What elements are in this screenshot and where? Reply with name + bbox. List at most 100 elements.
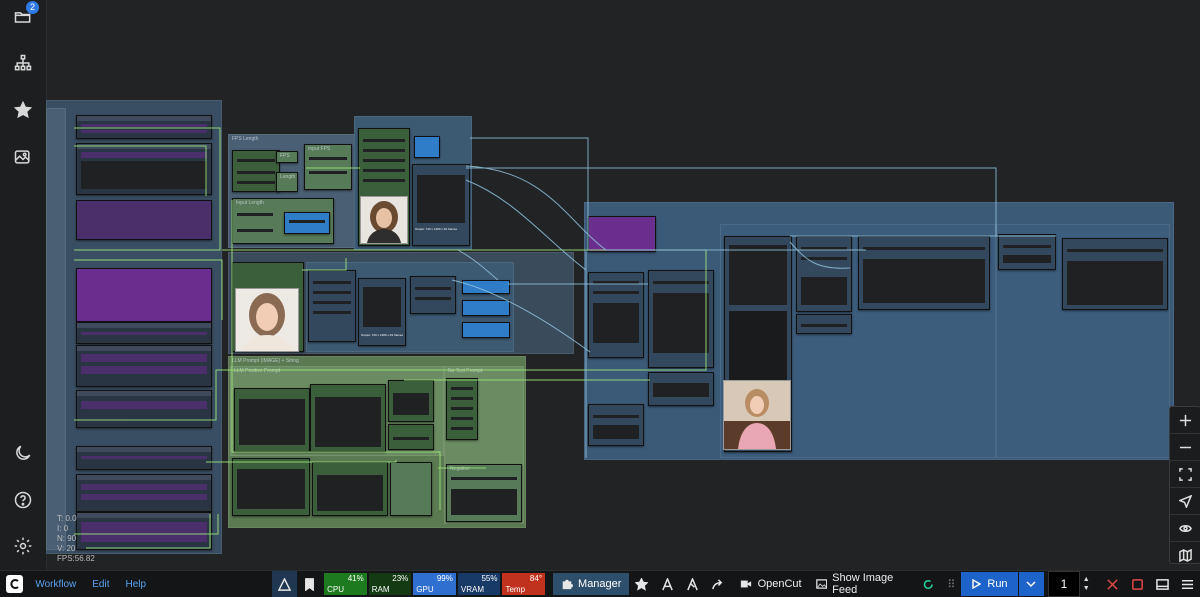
chevron-up-icon[interactable]: ▲ — [1083, 575, 1090, 584]
manager-label: Manager — [578, 578, 622, 590]
node[interactable] — [588, 404, 644, 446]
monitor-gpu: 99% GPU — [413, 573, 456, 595]
node[interactable] — [234, 388, 310, 452]
menu-bar: Workflow Edit Help 41% CPU 23% RAM 99% GPU … — [0, 570, 1200, 597]
node[interactable] — [312, 462, 388, 516]
folder-open-icon[interactable]: 2 — [6, 0, 40, 34]
node[interactable] — [1062, 238, 1168, 310]
node[interactable] — [76, 200, 212, 240]
node[interactable] — [76, 143, 212, 195]
node[interactable] — [76, 390, 212, 428]
node[interactable] — [76, 512, 212, 550]
node[interactable] — [648, 270, 714, 368]
menu-workflow[interactable]: Workflow — [35, 571, 76, 597]
node[interactable] — [446, 378, 478, 440]
node[interactable] — [76, 345, 212, 387]
fit-view-icon[interactable] — [1170, 461, 1200, 488]
node[interactable] — [232, 458, 310, 516]
star-icon[interactable] — [629, 571, 654, 597]
queue-count-input[interactable]: 1 — [1047, 571, 1081, 597]
share-icon[interactable] — [705, 571, 730, 597]
node-tree-icon[interactable] — [6, 46, 40, 80]
image-icon — [815, 579, 827, 589]
locate-icon[interactable] — [1170, 488, 1200, 515]
node-length[interactable]: Length — [276, 172, 298, 192]
node[interactable] — [76, 446, 212, 470]
portrait-thumbnail-1 — [360, 196, 408, 244]
node[interactable] — [76, 474, 212, 512]
node[interactable] — [388, 380, 434, 422]
monitor-ram: 23% RAM — [368, 573, 412, 595]
node-video-preview-1[interactable]: Output: 720 x 1280 x 49 frames — [412, 164, 470, 246]
opencut-label: OpenCut — [757, 578, 802, 590]
preview-caption: Output: 720 x 1280 x 49 frames — [415, 227, 458, 231]
node-fps[interactable] — [232, 150, 280, 192]
node-blue-small[interactable] — [414, 136, 440, 158]
map-icon[interactable] — [1170, 542, 1200, 568]
play-icon — [972, 579, 982, 589]
node-video-preview-2[interactable]: Output: 720 x 1280 x 49 frames — [358, 278, 406, 346]
zoom-in-icon[interactable] — [1170, 407, 1200, 434]
node[interactable] — [796, 314, 852, 334]
node[interactable] — [388, 424, 434, 450]
zoom-out-icon[interactable] — [1170, 434, 1200, 461]
stat-n: N: 90 — [57, 534, 77, 543]
node[interactable] — [998, 234, 1056, 270]
node-blue-c[interactable] — [462, 322, 510, 338]
menu-help[interactable]: Help — [126, 571, 147, 597]
node[interactable] — [76, 322, 212, 344]
node-fps-small[interactable]: FPS — [276, 151, 298, 163]
comfy-logo[interactable] — [6, 575, 24, 593]
node[interactable] — [410, 276, 456, 314]
eye-icon[interactable] — [1170, 515, 1200, 542]
portrait-thumbnail-2 — [235, 288, 299, 352]
node[interactable] — [796, 236, 852, 312]
monitor-temp: 84° Temp — [502, 573, 546, 595]
node-blue-b[interactable] — [462, 300, 510, 316]
stat-v: V: 20 — [57, 544, 76, 553]
menu-edit[interactable]: Edit — [92, 571, 109, 597]
node[interactable] — [390, 462, 432, 516]
canvas-stats: T: 0.0 I: 0 N: 90 V: 20 FPS:56.82 — [57, 514, 95, 564]
cancel-icon[interactable] — [1100, 571, 1125, 597]
node[interactable] — [308, 270, 356, 342]
node-negative[interactable]: Negative — [446, 464, 522, 522]
gear-icon[interactable] — [6, 529, 40, 563]
moon-icon[interactable] — [6, 436, 40, 470]
star-icon[interactable] — [6, 93, 40, 127]
queue-count-stepper[interactable]: ▲ ▼ — [1080, 571, 1092, 597]
hamburger-menu-icon[interactable] — [1175, 571, 1200, 597]
node[interactable] — [858, 236, 990, 310]
node[interactable] — [588, 272, 644, 358]
bookmark-icon[interactable] — [297, 571, 322, 597]
node[interactable] — [310, 384, 386, 452]
drag-handle-icon[interactable]: ⠿ — [947, 571, 955, 597]
opencut-button[interactable]: OpenCut — [740, 571, 802, 597]
manager-button[interactable]: Manager — [553, 573, 630, 595]
node-blue-a[interactable] — [462, 280, 510, 294]
help-icon[interactable] — [6, 483, 40, 517]
node-purple-right[interactable] — [588, 216, 656, 252]
zoom-controls — [1169, 406, 1200, 564]
model-a-icon[interactable] — [654, 571, 679, 597]
chevron-down-icon[interactable]: ▼ — [1083, 584, 1090, 593]
group-title: LLM Positive Prompt — [234, 368, 281, 374]
video-camera-icon — [740, 580, 751, 588]
crystools-logo-icon[interactable] — [272, 571, 298, 597]
image-gallery-icon[interactable] — [6, 140, 40, 174]
stop-icon[interactable] — [1125, 571, 1150, 597]
refresh-icon — [923, 579, 933, 589]
model-b-icon[interactable] — [680, 571, 705, 597]
show-image-feed-button[interactable]: Show Image Feed — [815, 571, 934, 597]
node-input-fps[interactable]: Input FPS — [304, 144, 352, 190]
node-graph-canvas[interactable]: FPS Length FPS Input FPS Length Input Le… — [46, 0, 1200, 570]
node[interactable] — [648, 372, 714, 406]
node-blue-widget[interactable] — [284, 212, 330, 234]
node[interactable] — [76, 268, 212, 322]
node[interactable] — [76, 115, 212, 139]
stat-t: T: 0.0 — [57, 514, 77, 523]
run-options-dropdown[interactable] — [1018, 572, 1044, 596]
group-left-inner — [46, 108, 66, 550]
bottom-panel-icon[interactable] — [1150, 571, 1175, 597]
run-button[interactable]: Run — [961, 572, 1018, 596]
